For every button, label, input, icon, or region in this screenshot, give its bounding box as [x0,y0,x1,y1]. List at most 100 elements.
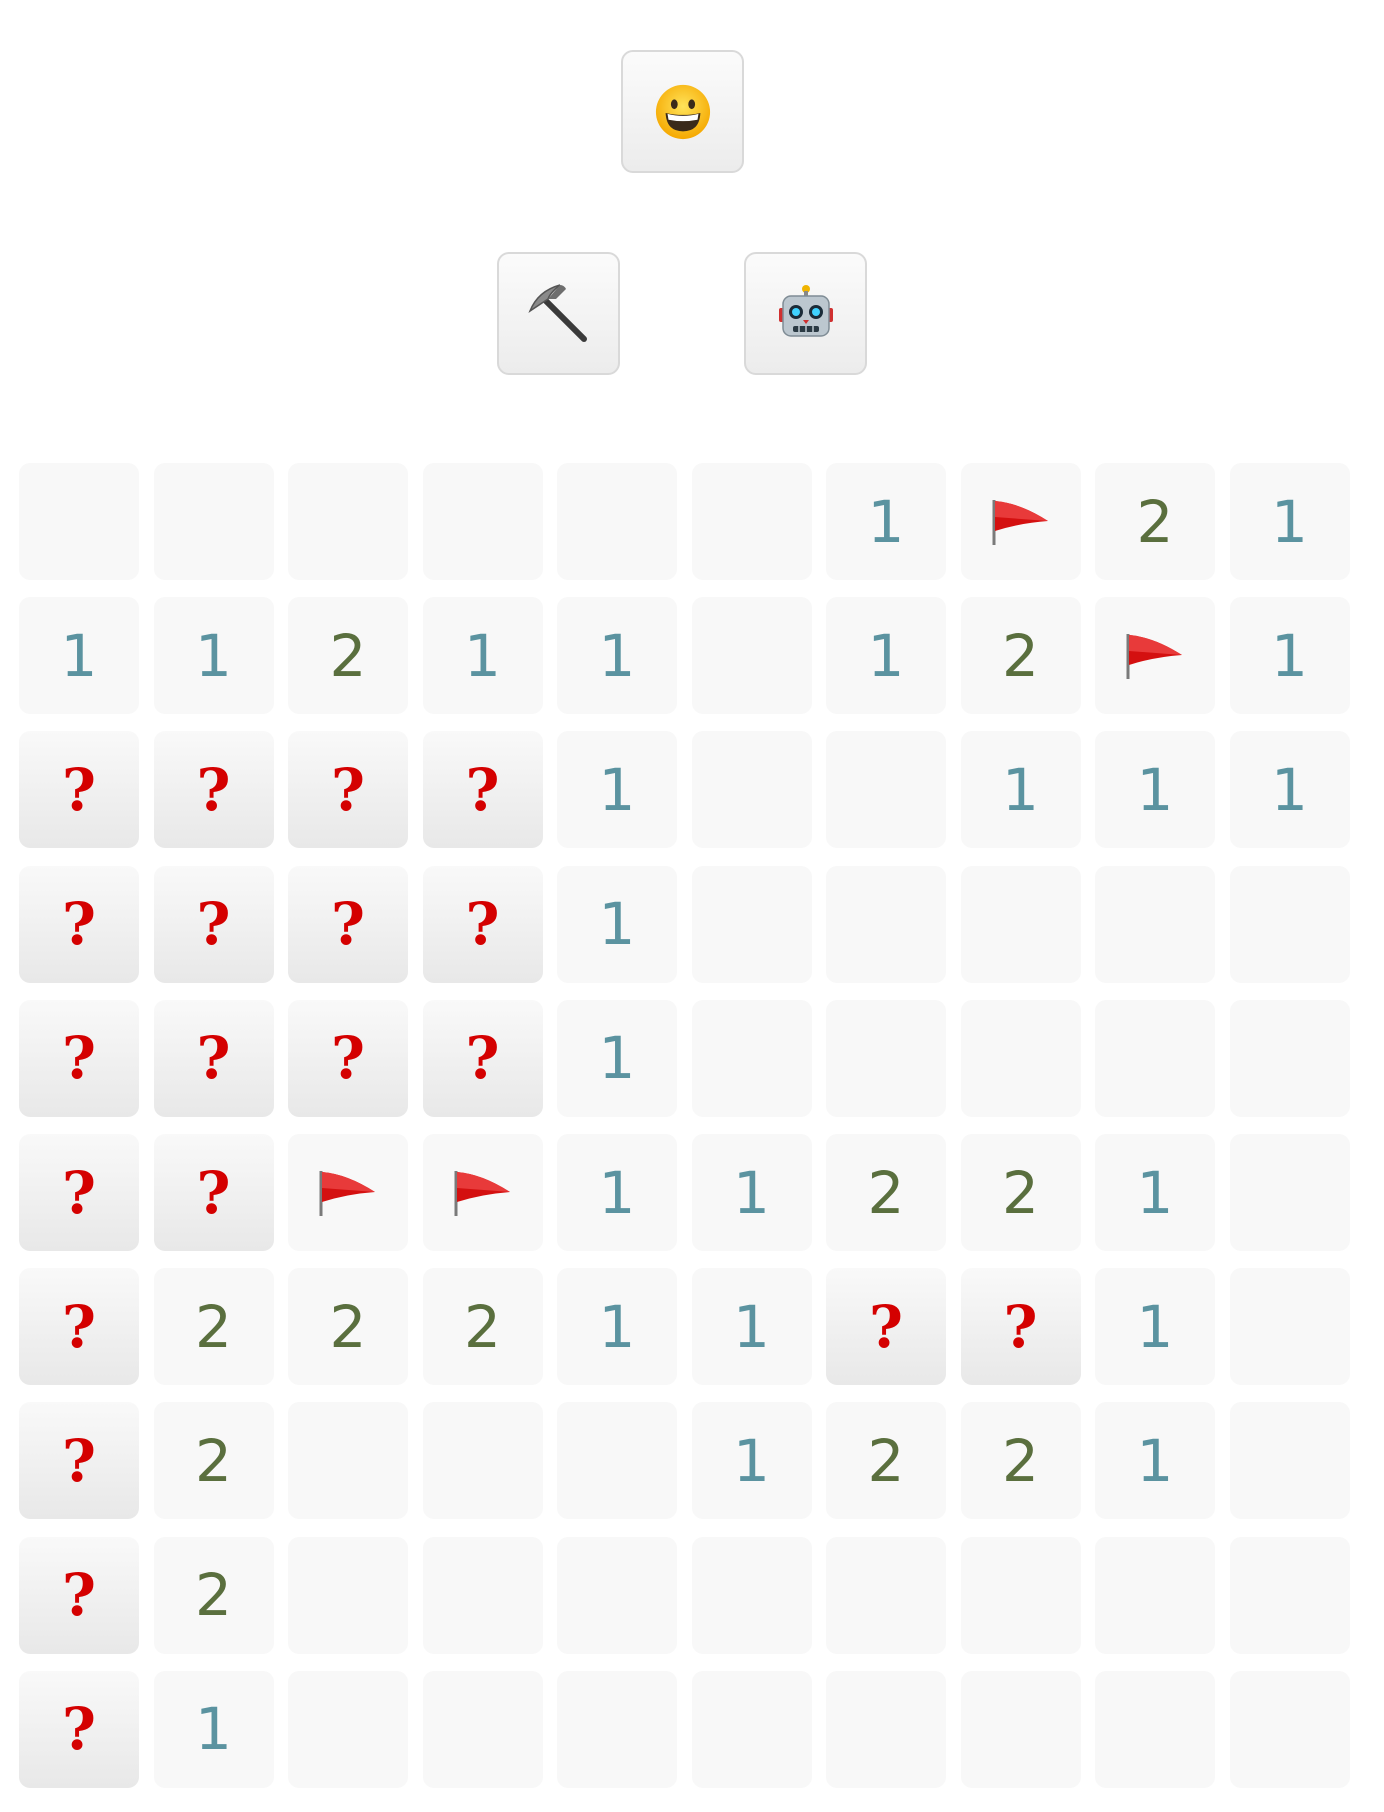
cell-hidden-question[interactable]: ? [422,865,543,983]
cell-number[interactable]: 2 [960,597,1081,715]
cell-hidden-question[interactable]: ? [19,1670,139,1788]
cell-number[interactable]: 1 [1229,731,1350,849]
cell-empty[interactable] [1095,1536,1215,1654]
cell-hidden-question[interactable]: ? [826,1268,946,1386]
cell-empty[interactable] [960,1670,1081,1788]
cell-hidden-question[interactable]: ? [153,731,274,849]
cell-number[interactable]: 2 [153,1268,274,1386]
cell-number[interactable]: 2 [1095,463,1215,580]
cell-flagged[interactable] [422,1134,543,1251]
cell-hidden-question[interactable]: ? [19,731,139,849]
cell-empty[interactable] [557,463,677,580]
cell-empty[interactable] [691,597,812,715]
cell-empty[interactable] [826,731,946,849]
robot-solver-button[interactable] [744,252,867,375]
cell-hidden-question[interactable]: ? [19,865,139,983]
cell-hidden-question[interactable]: ? [19,999,139,1117]
cell-hidden-question[interactable]: ? [19,1536,139,1654]
cell-number[interactable]: 2 [826,1402,946,1520]
cell-empty[interactable] [422,1536,543,1654]
cell-hidden-question[interactable]: ? [422,731,543,849]
cell-number[interactable]: 1 [557,731,677,849]
cell-number[interactable]: 1 [1095,1268,1215,1386]
cell-empty[interactable] [557,1402,677,1520]
cell-hidden-question[interactable]: ? [19,1268,139,1386]
cell-number[interactable]: 1 [1095,1402,1215,1520]
cell-number[interactable]: 1 [691,1134,812,1251]
cell-number[interactable]: 1 [153,597,274,715]
cell-number[interactable]: 1 [826,597,946,715]
cell-empty[interactable] [1229,865,1350,983]
cell-number[interactable]: 2 [960,1134,1081,1251]
cell-number[interactable]: 1 [691,1402,812,1520]
cell-empty[interactable] [960,1536,1081,1654]
cell-hidden-question[interactable]: ? [153,865,274,983]
cell-number[interactable]: 2 [153,1536,274,1654]
cell-empty[interactable] [1229,1536,1350,1654]
cell-number[interactable]: 1 [557,999,677,1117]
cell-empty[interactable] [422,1402,543,1520]
cell-hidden-question[interactable]: ? [288,731,408,849]
cell-flagged[interactable] [960,463,1081,580]
cell-number[interactable]: 1 [19,597,139,715]
cell-empty[interactable] [288,1670,408,1788]
cell-empty[interactable] [691,1670,812,1788]
cell-empty[interactable] [422,463,543,580]
cell-hidden-question[interactable]: ? [153,999,274,1117]
cell-flagged[interactable] [1095,597,1215,715]
cell-empty[interactable] [691,999,812,1117]
cell-empty[interactable] [1095,865,1215,983]
face-button[interactable] [621,50,744,173]
cell-hidden-question[interactable]: ? [422,999,543,1117]
cell-number[interactable]: 1 [1229,463,1350,580]
cell-empty[interactable] [288,1402,408,1520]
cell-number[interactable]: 1 [422,597,543,715]
cell-number[interactable]: 1 [557,865,677,983]
cell-hidden-question[interactable]: ? [19,1402,139,1520]
cell-empty[interactable] [1229,1268,1350,1386]
cell-empty[interactable] [826,1670,946,1788]
cell-number[interactable]: 1 [826,463,946,580]
cell-empty[interactable] [826,999,946,1117]
cell-number[interactable]: 1 [1095,731,1215,849]
cell-empty[interactable] [1229,999,1350,1117]
cell-number[interactable]: 1 [153,1670,274,1788]
cell-number[interactable]: 1 [691,1268,812,1386]
cell-hidden-question[interactable]: ? [288,865,408,983]
cell-empty[interactable] [422,1670,543,1788]
cell-empty[interactable] [1229,1402,1350,1520]
cell-number[interactable]: 2 [960,1402,1081,1520]
cell-number[interactable]: 2 [826,1134,946,1251]
cell-empty[interactable] [1095,999,1215,1117]
cell-empty[interactable] [1229,1134,1350,1251]
cell-empty[interactable] [960,865,1081,983]
cell-empty[interactable] [691,731,812,849]
cell-hidden-question[interactable]: ? [153,1134,274,1251]
cell-empty[interactable] [1095,1670,1215,1788]
cell-hidden-question[interactable]: ? [960,1268,1081,1386]
cell-empty[interactable] [153,463,274,580]
dig-mode-button[interactable] [497,252,620,375]
cell-empty[interactable] [288,1536,408,1654]
cell-hidden-question[interactable]: ? [288,999,408,1117]
cell-empty[interactable] [288,463,408,580]
cell-empty[interactable] [557,1536,677,1654]
cell-number[interactable]: 2 [288,1268,408,1386]
cell-empty[interactable] [691,865,812,983]
cell-number[interactable]: 1 [557,1134,677,1251]
cell-number[interactable]: 1 [557,597,677,715]
cell-number[interactable]: 2 [288,597,408,715]
cell-empty[interactable] [826,1536,946,1654]
cell-number[interactable]: 2 [422,1268,543,1386]
cell-number[interactable]: 1 [1095,1134,1215,1251]
cell-empty[interactable] [1229,1670,1350,1788]
cell-hidden-question[interactable]: ? [19,1134,139,1251]
cell-number[interactable]: 2 [153,1402,274,1520]
cell-empty[interactable] [691,463,812,580]
cell-number[interactable]: 1 [557,1268,677,1386]
cell-number[interactable]: 1 [1229,597,1350,715]
cell-number[interactable]: 1 [960,731,1081,849]
cell-empty[interactable] [691,1536,812,1654]
cell-flagged[interactable] [288,1134,408,1251]
cell-empty[interactable] [826,865,946,983]
